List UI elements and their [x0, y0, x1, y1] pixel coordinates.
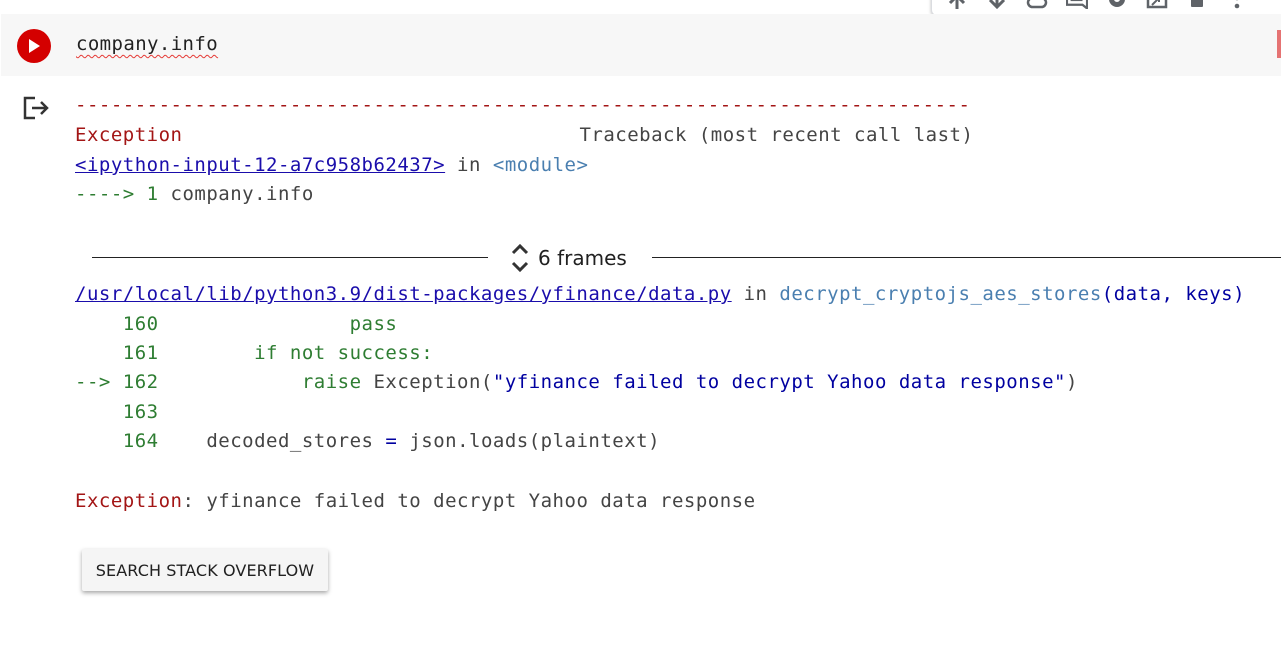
link-icon[interactable] — [1026, 0, 1048, 9]
search-stack-overflow-button[interactable]: SEARCH STACK OVERFLOW — [82, 549, 328, 591]
delete-icon[interactable] — [1186, 0, 1208, 9]
gear-icon[interactable] — [1106, 0, 1128, 9]
final-exception-line: Exception: yfinance failed to decrypt Ya… — [75, 490, 756, 512]
comment-icon[interactable] — [1066, 0, 1088, 9]
frame-file-line: /usr/local/lib/python3.9/dist-packages/y… — [75, 283, 1246, 305]
code-line-160: 160 pass — [75, 313, 398, 335]
output-exit-icon[interactable] — [23, 96, 49, 124]
play-icon — [29, 39, 40, 53]
mirror-cell-icon[interactable] — [1146, 0, 1168, 9]
exception-type: Exception — [75, 124, 183, 146]
final-exception-message: : yfinance failed to decrypt Yahoo data … — [182, 490, 756, 512]
frames-toggle[interactable]: 6 frames — [510, 240, 627, 276]
traceback-header: Exception Traceback (most recent call las… — [75, 124, 973, 146]
traceback-title: Traceback (most recent call last) — [579, 124, 974, 146]
code-line-161: 161 if not success: — [75, 342, 434, 364]
cell-focus-indicator — [1277, 30, 1281, 58]
file-path-link[interactable]: /usr/local/lib/python3.9/dist-packages/y… — [75, 283, 732, 305]
function-name: decrypt_cryptojs_aes_stores — [779, 283, 1102, 305]
code-line-164: 164 decoded_stores = json.loads(plaintex… — [75, 430, 661, 452]
run-cell-button[interactable] — [17, 29, 51, 63]
code-line-162: --> 162 raise Exception("yfinance failed… — [75, 371, 1078, 393]
traceback-input-line: <ipython-input-12-a7c958b62437> in <modu… — [75, 154, 589, 176]
arrow-down-icon[interactable] — [986, 0, 1008, 9]
unfold-icon — [511, 243, 529, 273]
ipython-input-link[interactable]: <ipython-input-12-a7c958b62437> — [75, 154, 445, 176]
traceback-arrow-line: ----> 1 company.info — [75, 183, 314, 205]
traceback-separator: ----------------------------------------… — [75, 94, 971, 116]
frames-divider: 6 frames — [92, 240, 1281, 276]
code-input[interactable]: company.info — [76, 33, 218, 55]
more-vert-icon[interactable] — [1226, 0, 1248, 9]
arrow-up-icon[interactable] — [946, 0, 968, 9]
code-cell[interactable]: company.info — [1, 14, 1281, 76]
frames-label: 6 frames — [538, 246, 627, 270]
code-line-163: 163 — [75, 401, 159, 423]
final-exception-type: Exception — [75, 490, 183, 512]
module-name: <module> — [492, 154, 589, 176]
